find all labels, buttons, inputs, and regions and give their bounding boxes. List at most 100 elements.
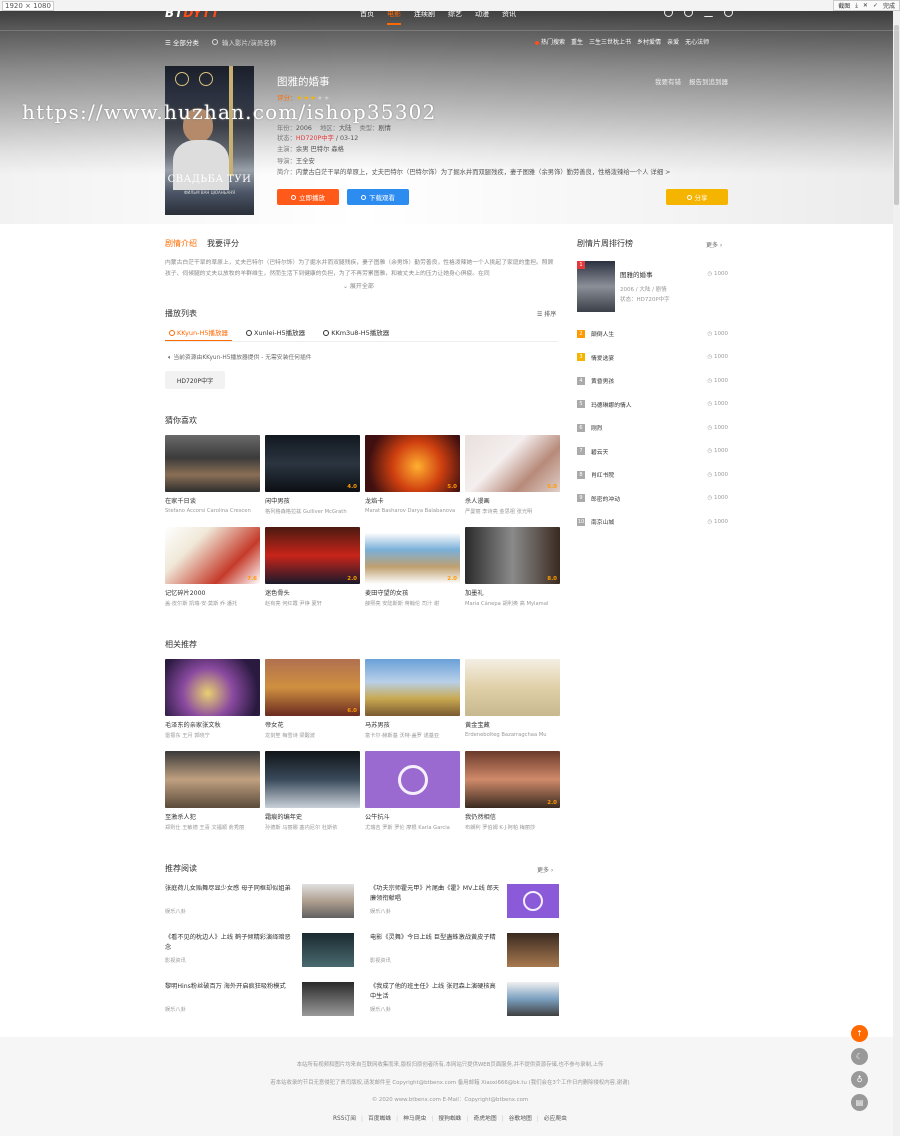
year-value[interactable]: 2006: [296, 125, 312, 132]
news-more-link[interactable]: 更多 ›: [537, 865, 553, 874]
movie-card-title[interactable]: 至激杀人犯: [165, 812, 260, 821]
report-link[interactable]: 报告到追到器: [689, 76, 728, 86]
news-item[interactable]: 《我成了他的班主任》上线 张冠森上演硬核高中生活 娱乐八卦: [370, 982, 559, 1016]
movie-thumb[interactable]: 7.6: [165, 527, 260, 584]
search-icon[interactable]: [212, 38, 218, 45]
movie-card-title[interactable]: 杀人漫画: [465, 496, 560, 505]
news-title-text[interactable]: 《看不见的枕边人》上线 鹤子倾精彩演绎暗恶念: [165, 933, 295, 953]
movie-card-title[interactable]: 马苏男孩: [365, 720, 460, 729]
ranking-name[interactable]: 肖红书院: [591, 470, 614, 479]
ranking-name[interactable]: 碧云天: [591, 447, 608, 456]
news-thumb[interactable]: [507, 982, 559, 1016]
news-title-text[interactable]: 《我成了他的班主任》上线 张冠森上演硬核高中生活: [370, 982, 500, 1002]
ranking-item[interactable]: 6 刚烈 ◷ 1000: [577, 416, 728, 440]
ranking-name[interactable]: 刚烈: [591, 423, 603, 432]
director-value[interactable]: 王全安: [296, 158, 315, 165]
hot-search-item[interactable]: 三生三世枕上书: [589, 37, 631, 46]
movie-card[interactable]: 2.0 我仍然相信 布朗利 罗伯姆 K·J·阿帕 梅丽莎: [465, 751, 560, 831]
movie-thumb[interactable]: 4.0: [265, 435, 360, 492]
movie-card[interactable]: 至激杀人犯 郑则仕 王敏德 王喜 文福顺 俞秀丽: [165, 751, 260, 831]
movie-card[interactable]: 7.6 记忆碎片2000 盖·皮尔斯 凯瑞·安·莫斯 乔·潘托: [165, 527, 260, 607]
tab-kkyun[interactable]: KKyun-H5播放器: [165, 325, 233, 341]
play-button[interactable]: 立即播放: [277, 189, 339, 205]
history-button[interactable]: ▤: [851, 1094, 868, 1111]
news-item[interactable]: 《看不见的枕边人》上线 鹤子倾精彩演绎暗恶念 影视资讯: [165, 933, 354, 967]
ranking-name[interactable]: 玛德琳娜的情人: [591, 400, 632, 409]
movie-card-title[interactable]: 黄金宝藏: [465, 720, 560, 729]
footer-link[interactable]: 神马爬虫: [396, 1113, 426, 1122]
footer-link[interactable]: 必应爬虫: [537, 1113, 567, 1122]
all-categories-button[interactable]: ☰ 全部分类: [165, 37, 199, 47]
nav-series[interactable]: 连续剧: [414, 9, 435, 25]
search-bar[interactable]: 输入影片/演员名称: [212, 34, 412, 49]
dark-mode-button[interactable]: ☾: [851, 1048, 868, 1065]
movie-card-title[interactable]: 麦田守望的女孩: [365, 588, 460, 597]
movie-thumb[interactable]: 8.0: [465, 527, 560, 584]
ranking-name[interactable]: 颠倒人生: [591, 329, 614, 338]
movie-card-title[interactable]: 闲中男孩: [265, 496, 360, 505]
done-action[interactable]: 完成: [883, 1, 895, 10]
movie-card[interactable]: 8.0 加墨礼 Maria Cánepa 胡利奥 高 Mylamal: [465, 527, 560, 607]
movie-card[interactable]: 公牛抗斗 尤瑞吉 罗斯 罗伦 摩根 Karla Garcia: [365, 751, 460, 831]
movie-card-title[interactable]: 龙焰卡: [365, 496, 460, 505]
back-to-top-button[interactable]: ↑: [851, 1025, 868, 1042]
movie-card-title[interactable]: 迷色骨头: [265, 588, 360, 597]
region-value[interactable]: 大陆: [339, 125, 352, 132]
news-item[interactable]: 张庭荷儿女贻舞尽显少女感 母子同框却似姐弟 娱乐八卦: [165, 884, 354, 918]
movie-thumb[interactable]: [165, 659, 260, 716]
news-title-text[interactable]: 张庭荷儿女贻舞尽显少女感 母子同框却似姐弟: [165, 884, 295, 894]
ranking-item[interactable]: 2 颠倒人生 ◷ 1000: [577, 322, 728, 346]
news-title-text[interactable]: 电影《灵舞》今日上线 巨型蛊蛛激战黄皮子精: [370, 933, 500, 943]
footer-link[interactable]: RSS订阅: [333, 1113, 356, 1122]
ranking-name[interactable]: 郎密的冲动: [591, 494, 620, 503]
report-error-link[interactable]: 我要有错: [655, 76, 681, 86]
footer-link[interactable]: 搜狗蜘蛛: [431, 1113, 461, 1122]
news-thumb[interactable]: [302, 884, 354, 918]
scrollbar-thumb[interactable]: [894, 25, 899, 205]
movie-card-title[interactable]: 我仍然相信: [465, 812, 560, 821]
ranking-more-link[interactable]: 更多 ›: [706, 240, 722, 249]
movie-card-title[interactable]: 加墨礼: [465, 588, 560, 597]
news-item[interactable]: 《功夫宗师霍元甲》片尾曲《霍》MV上线 郎天廉领衔献唱 娱乐八卦: [370, 884, 559, 918]
movie-thumb[interactable]: 2.0: [265, 527, 360, 584]
hot-search-item[interactable]: 重生: [571, 37, 583, 46]
cast-value[interactable]: 余男 巴特尔 森格: [296, 146, 344, 153]
movie-card-title[interactable]: 记忆碎片2000: [165, 588, 260, 597]
news-thumb[interactable]: [302, 933, 354, 967]
tab-intro[interactable]: 剧情介绍: [165, 238, 197, 249]
hot-search-item[interactable]: 乡村爱情: [637, 37, 661, 46]
feedback-button[interactable]: ♁: [851, 1071, 868, 1088]
news-thumb[interactable]: [507, 884, 559, 918]
tab-rate[interactable]: 我要评分: [207, 238, 239, 249]
share-button[interactable]: 分享: [666, 189, 728, 205]
movie-card[interactable]: 霜痕的编年史 孙德斯 马丽娜 塞内尼尔 杜斯依: [265, 751, 360, 831]
close-icon[interactable]: ✕: [863, 2, 868, 9]
sort-button[interactable]: ☰ 排序: [537, 309, 556, 318]
movie-card[interactable]: 马苏男孩 富卡尔·赫斯基 沃特·盖罗 诺基亚: [365, 659, 460, 739]
capture-action[interactable]: 截图: [838, 1, 850, 10]
movie-thumb[interactable]: [265, 751, 360, 808]
news-title-text[interactable]: 《功夫宗师霍元甲》片尾曲《霍》MV上线 郎天廉领衔献唱: [370, 884, 500, 904]
search-input[interactable]: 输入影片/演员名称: [222, 37, 276, 47]
news-item[interactable]: 电影《灵舞》今日上线 巨型蛊蛛激战黄皮子精 影视资讯: [370, 933, 559, 967]
episode-button[interactable]: HD720P中字: [165, 371, 225, 389]
movie-thumb[interactable]: [165, 435, 260, 492]
nav-movie[interactable]: 电影: [387, 9, 401, 25]
ranking-item[interactable]: 3 情爱选宴 ◷ 1000: [577, 346, 728, 370]
news-title-text[interactable]: 黎明Hins粉丝破百万 海外开启疯狂吸粉模式: [165, 982, 295, 992]
movie-card-title[interactable]: 公牛抗斗: [365, 812, 460, 821]
movie-card-title[interactable]: 帝女花: [265, 720, 360, 729]
news-thumb[interactable]: [507, 933, 559, 967]
ranking-item[interactable]: 4 黄昏男孩 ◷ 1000: [577, 369, 728, 393]
hot-search-item[interactable]: 亲爱: [667, 37, 679, 46]
movie-card-title[interactable]: 毛泽东的亲家张文秋: [165, 720, 260, 729]
footer-link[interactable]: 百度蜘蛛: [361, 1113, 391, 1122]
movie-thumb[interactable]: 2.0: [365, 527, 460, 584]
movie-thumb[interactable]: 6.0: [265, 659, 360, 716]
ranking-name[interactable]: 南京山城: [591, 517, 614, 526]
tab-xunlei[interactable]: Xunlei-H5播放器: [242, 325, 309, 341]
tab-kkm3u8[interactable]: KKm3u8-H5播放器: [319, 325, 393, 341]
ranking-top-name[interactable]: 图雅的婚事: [620, 269, 653, 279]
movie-thumb[interactable]: 5.0: [465, 435, 560, 492]
hot-search-item[interactable]: 无心法师: [685, 37, 709, 46]
